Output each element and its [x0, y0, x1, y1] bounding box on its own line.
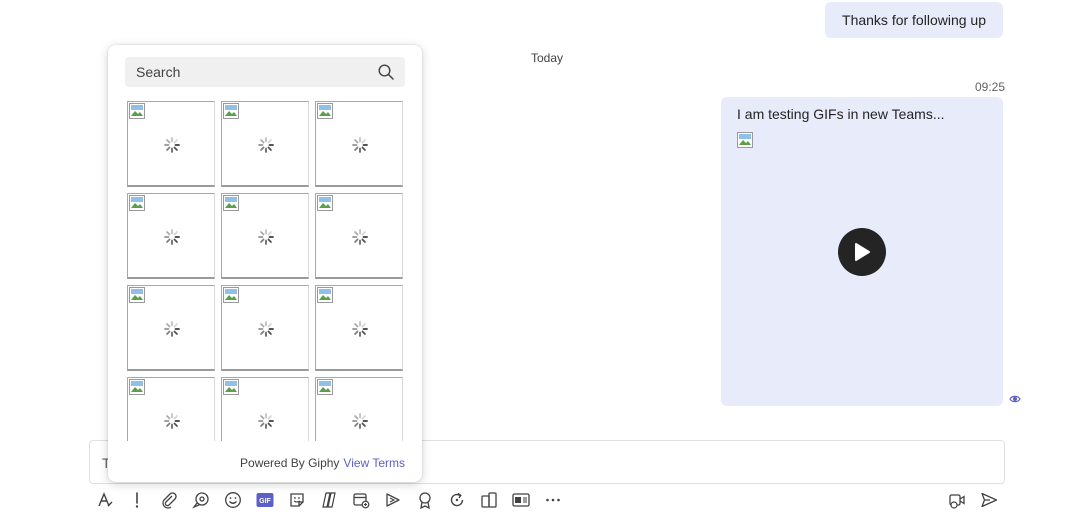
broken-image-icon: [223, 103, 239, 119]
video-clip-icon: [949, 494, 965, 509]
broken-image-icon: [223, 287, 239, 303]
loading-spinner-icon: [352, 229, 368, 245]
previous-message-bubble[interactable]: Thanks for following up: [825, 2, 1003, 38]
day-divider: Today: [531, 51, 564, 65]
sticker-button[interactable]: [286, 488, 308, 512]
svg-text:GIF: GIF: [259, 498, 271, 505]
send-button[interactable]: [978, 488, 1000, 512]
loading-spinner-icon: [164, 137, 180, 153]
gif-tile[interactable]: [315, 377, 403, 441]
priority-button[interactable]: [126, 488, 148, 512]
emoji-icon: [225, 492, 241, 508]
message-timestamp: 09:25: [975, 80, 1006, 94]
loop-button[interactable]: [190, 488, 212, 512]
broken-image-icon: [129, 195, 145, 211]
apps-button[interactable]: [478, 488, 500, 512]
priority-icon: [135, 492, 139, 508]
schedule-meeting-button[interactable]: [350, 488, 372, 512]
forms-button[interactable]: [510, 488, 532, 512]
emoji-button[interactable]: [222, 488, 244, 512]
giphy-footer: Powered By Giphy View Terms: [240, 456, 405, 470]
loading-spinner-icon: [352, 137, 368, 153]
copilot-icon: [322, 492, 336, 508]
stream-icon: [386, 493, 400, 507]
gif-tile[interactable]: [127, 101, 215, 187]
schedule-meeting-icon: [353, 493, 370, 509]
loading-spinner-icon: [258, 137, 274, 153]
praise-button[interactable]: [414, 488, 436, 512]
stream-button[interactable]: [382, 488, 404, 512]
broken-image-icon: [317, 379, 333, 395]
gif-tile[interactable]: [221, 285, 309, 371]
gif-tile[interactable]: [315, 101, 403, 187]
format-button[interactable]: [94, 488, 116, 512]
broken-image-icon: [129, 287, 145, 303]
apps-icon: [481, 492, 497, 508]
video-clip-button[interactable]: [946, 488, 968, 512]
giphy-picker: Powered By GiphyView Terms: [108, 45, 422, 482]
gif-grid: [127, 101, 403, 441]
gif-tile[interactable]: [315, 285, 403, 371]
broken-image-icon: [223, 195, 239, 211]
gif-tile[interactable]: [127, 285, 215, 371]
forms-icon: [512, 493, 530, 507]
gif-tile[interactable]: [221, 101, 309, 187]
gif-button[interactable]: GIF: [254, 488, 276, 512]
loop-icon: [192, 492, 209, 509]
broken-image-icon: [129, 379, 145, 395]
copilot-button[interactable]: [318, 488, 340, 512]
broken-image-icon: [317, 195, 333, 211]
broken-image-icon: [223, 379, 239, 395]
gif-tile[interactable]: [127, 193, 215, 279]
message-bubble[interactable]: I am testing GIFs in new Teams...: [721, 97, 1003, 406]
gif-tile[interactable]: [221, 377, 309, 441]
loading-spinner-icon: [352, 413, 368, 429]
loading-spinner-icon: [258, 413, 274, 429]
attach-icon: [162, 492, 177, 509]
more-options-button[interactable]: [542, 488, 564, 512]
loading-spinner-icon: [258, 229, 274, 245]
send-icon: [981, 492, 998, 508]
sticker-icon: [290, 493, 304, 507]
format-icon: [98, 492, 113, 507]
gif-icon: GIF: [256, 493, 274, 507]
compose-toolbar: GIF: [0, 488, 1090, 512]
broken-image-icon: [737, 132, 753, 148]
loading-spinner-icon: [164, 229, 180, 245]
attach-button[interactable]: [158, 488, 180, 512]
loading-spinner-icon: [164, 413, 180, 429]
loading-spinner-icon: [258, 321, 274, 337]
loading-spinner-icon: [164, 321, 180, 337]
view-terms-link[interactable]: View Terms: [343, 456, 405, 470]
updates-icon: [450, 492, 464, 507]
broken-image-icon: [317, 103, 333, 119]
gif-tile[interactable]: [315, 193, 403, 279]
broken-image-icon: [317, 287, 333, 303]
play-button[interactable]: [838, 228, 886, 276]
search-icon[interactable]: [377, 63, 395, 81]
giphy-search-box[interactable]: [125, 57, 405, 87]
praise-icon: [419, 492, 431, 509]
previous-message-text: Thanks for following up: [842, 12, 986, 28]
read-receipt-icon: [1009, 395, 1021, 403]
gif-tile[interactable]: [221, 193, 309, 279]
more-options-icon: [546, 498, 560, 502]
giphy-search-input[interactable]: [125, 57, 376, 87]
broken-image-icon: [129, 103, 145, 119]
loading-spinner-icon: [352, 321, 368, 337]
message-text: I am testing GIFs in new Teams...: [737, 106, 945, 122]
play-icon: [855, 243, 870, 261]
gif-tile[interactable]: [127, 377, 215, 441]
updates-button[interactable]: [446, 488, 468, 512]
powered-by-label: Powered By Giphy: [240, 456, 340, 470]
